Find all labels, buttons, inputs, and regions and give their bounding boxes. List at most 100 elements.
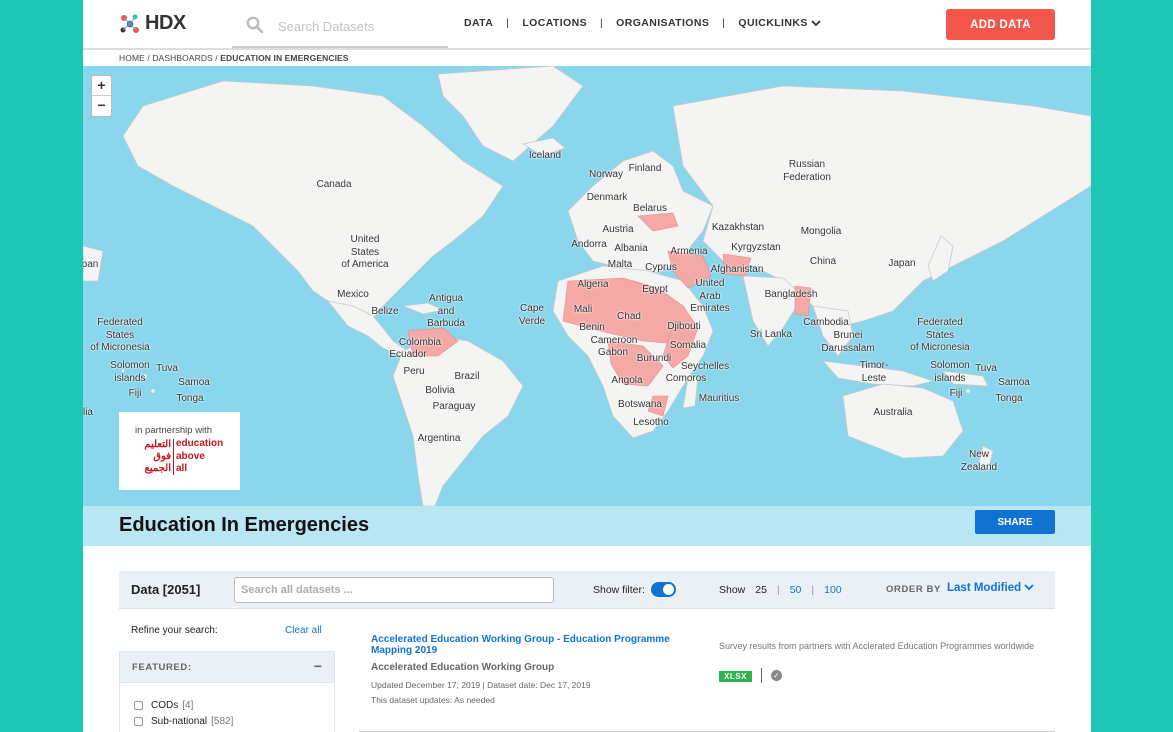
label-uae-line2: Arab [699, 290, 721, 302]
page-size-100[interactable]: 100 [824, 584, 842, 596]
label-mexico: Mexico [337, 289, 369, 300]
label-armenia: Armenia [670, 246, 708, 257]
page-size-25[interactable]: 25 [755, 584, 767, 596]
facet-cods[interactable]: CODs [4] [134, 700, 193, 711]
nav-locations[interactable]: LOCATIONS [522, 17, 587, 29]
label-fiji-east: Fiji [949, 388, 963, 399]
breadcrumb-sep: / [147, 53, 150, 63]
nav-data[interactable]: DATA [464, 17, 493, 29]
breadcrumb-dashboards[interactable]: DASHBOARDS [152, 53, 213, 63]
label-colombia: Colombia [398, 337, 442, 348]
label-micronesia-east-line1: Federated [917, 317, 963, 328]
chevron-down-icon[interactable] [811, 19, 821, 27]
featured-facets: CODs [4] Sub-national [582] [119, 683, 335, 732]
label-brunei-line1: Brunei [833, 330, 863, 341]
dataset-updated: Updated December 17, 2019 | Dataset date… [371, 680, 591, 690]
page-size-sep: | [811, 584, 815, 596]
zoom-in-button[interactable]: + [92, 76, 111, 96]
breadcrumb: HOME / DASHBOARDS / EDUCATION IN EMERGEN… [119, 53, 349, 63]
facet-checkbox[interactable] [134, 701, 143, 710]
label-somalia: Somalia [669, 340, 707, 351]
share-button[interactable]: SHARE [975, 510, 1055, 534]
label-brazil: Brazil [454, 371, 480, 382]
label-antigua: Antigua and Barbuda [427, 293, 465, 331]
label-algeria: Algeria [577, 279, 609, 290]
label-russia: Russian Federation [783, 159, 831, 184]
breadcrumb-current: EDUCATION IN EMERGENCIES [220, 53, 349, 63]
nav-quicklinks[interactable]: QUICKLINKS [738, 17, 807, 29]
zoom-out-button[interactable]: − [92, 96, 111, 116]
label-fiji-west: Fiji [128, 388, 142, 399]
page-size-50[interactable]: 50 [790, 584, 802, 596]
label-comoros: Comoros [665, 373, 707, 384]
label-micronesia-east-line2: States [925, 329, 955, 341]
label-mongolia: Mongolia [800, 226, 842, 237]
logo-text: HDX [145, 12, 186, 34]
label-austria: Austria [602, 224, 634, 235]
map-island-dot [965, 388, 971, 394]
hdx-logo-icon [120, 14, 139, 33]
clear-all-link[interactable]: Clear all [285, 625, 322, 636]
label-tonga-east: Tonga [995, 393, 1023, 404]
map-land-asia [672, 85, 1091, 327]
featured-filter-header[interactable]: FEATURED: − [119, 651, 335, 683]
world-map[interactable]: Iceland Finland Norway Denmark Russian F… [83, 66, 1091, 506]
label-cambodia: Cambodia [803, 317, 849, 328]
label-botswana: Botswana [618, 399, 662, 410]
facet-sub-national[interactable]: Sub-national [582] [134, 716, 233, 727]
label-micronesia-west-line2: States [105, 329, 135, 341]
breadcrumb-home[interactable]: HOME [119, 53, 145, 63]
label-cape-verde: Cape Verde [519, 303, 545, 328]
label-japan: Japan [888, 258, 916, 269]
collapse-icon[interactable]: − [314, 658, 322, 674]
order-by-value: Last Modified [947, 582, 1022, 594]
search-input[interactable] [278, 16, 438, 36]
label-timor-line2: Leste [861, 372, 887, 384]
label-egypt: Egypt [642, 284, 668, 295]
label-gabon: Gabon [597, 347, 629, 358]
format-badge-xlsx[interactable]: XLSX [719, 671, 752, 682]
dataset-organisation[interactable]: Accelerated Education Working Group [371, 662, 554, 673]
label-uae-line3: Emirates [690, 303, 730, 314]
dataset-title-link[interactable]: Accelerated Education Working Group - Ed… [371, 634, 691, 656]
dataset-search [232, 6, 448, 48]
zoom-control: + − [91, 75, 112, 117]
data-toolbar: Data [2051] Show filter: Show 25 | 50 | … [119, 571, 1055, 609]
label-micronesia-west-line3: of Micronesia [90, 342, 150, 353]
main-nav: DATA | LOCATIONS | ORGANISATIONS | QUICK… [464, 17, 821, 29]
partner-english-line: above [176, 450, 205, 462]
facet-label: Sub-national [151, 716, 208, 727]
order-by-dropdown[interactable]: Last Modified [947, 582, 1034, 594]
label-kyrgyzstan: Kyrgyzstan [731, 242, 781, 253]
label-burundi: Burundi [636, 353, 672, 364]
partner-divider [173, 439, 174, 475]
label-lesotho: Lesotho [633, 417, 669, 428]
label-argentina: Argentina [417, 433, 461, 444]
page-title: Education In Emergencies [119, 514, 370, 536]
nav-separator: | [506, 17, 510, 29]
partner-english-line: all [176, 463, 188, 474]
label-tuva-east: Tuva [975, 363, 997, 374]
partner-english-line: education [176, 438, 224, 449]
label-chad: Chad [617, 311, 641, 322]
search-icon[interactable] [246, 16, 264, 34]
chevron-down-icon [1024, 584, 1034, 591]
partner-arabic-line: التعليم [144, 439, 171, 450]
partner-arabic: التعليم فوق الجميع [135, 439, 171, 475]
page: HDX DATA | LOCATIONS | ORGANISATIONS | Q… [83, 0, 1091, 732]
label-angola: Angola [611, 375, 643, 386]
add-data-button[interactable]: ADD DATA [946, 9, 1055, 40]
facet-checkbox[interactable] [134, 717, 143, 726]
nav-organisations[interactable]: ORGANISATIONS [616, 17, 709, 29]
label-seychelles: Seychelles [680, 361, 730, 372]
dataset-search-input[interactable] [234, 577, 554, 603]
label-antigua-line1: Antigua [429, 293, 463, 304]
show-filter-toggle[interactable] [651, 582, 676, 597]
hdx-logo[interactable]: HDX [119, 12, 186, 35]
label-micronesia-west-line1: Federated [97, 317, 143, 328]
refine-label: Refine your search: [131, 625, 218, 636]
breadcrumb-sep: / [215, 53, 218, 63]
label-usa-line2: States [350, 246, 380, 258]
label-solomon-west-line2: islands [114, 372, 146, 384]
partner-arabic-line: فوق [153, 451, 171, 462]
